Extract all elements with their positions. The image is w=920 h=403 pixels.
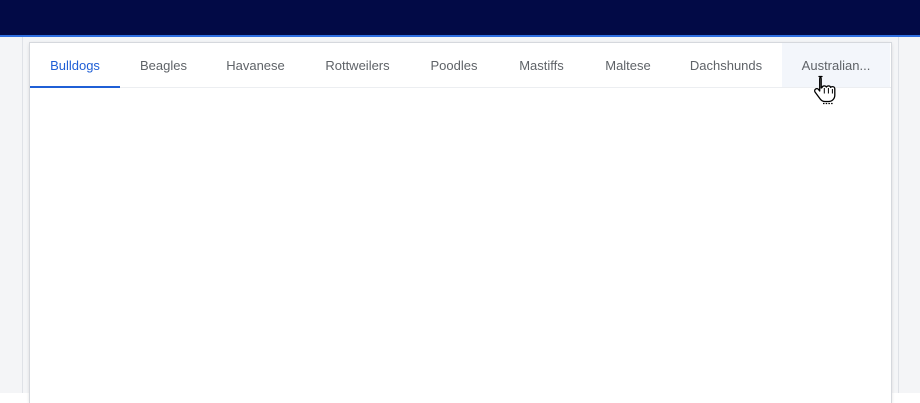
tab-dachshunds[interactable]: Dachshunds — [670, 43, 782, 87]
right-gutter-line — [898, 37, 899, 393]
tab-maltese[interactable]: Maltese — [586, 43, 670, 87]
top-app-bar — [0, 0, 920, 37]
tab-panel-content — [30, 88, 891, 403]
tab-rottweilers[interactable]: Rottweilers — [304, 43, 411, 87]
tab-poodles[interactable]: Poodles — [411, 43, 497, 87]
tab-beagles[interactable]: Beagles — [120, 43, 207, 87]
tabs-card: Bulldogs Beagles Havanese Rottweilers Po… — [30, 43, 891, 403]
left-gutter-line — [22, 37, 23, 393]
tab-havanese[interactable]: Havanese — [207, 43, 304, 87]
tab-mastiffs[interactable]: Mastiffs — [497, 43, 586, 87]
tab-australian[interactable]: Australian... — [782, 43, 890, 87]
breed-tab-bar: Bulldogs Beagles Havanese Rottweilers Po… — [30, 43, 891, 88]
tab-bulldogs[interactable]: Bulldogs — [30, 43, 120, 88]
